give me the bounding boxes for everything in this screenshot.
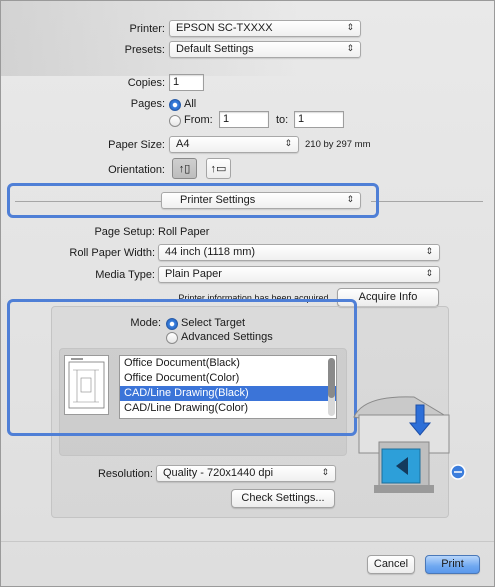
presets-label: Presets: (124, 44, 165, 56)
pages-from-label: From: (184, 114, 213, 126)
popup-arrows-icon: ⇕ (425, 268, 433, 278)
popup-arrows-icon: ⇕ (321, 467, 329, 477)
printer-info-text: Printer information has been acquired. (178, 293, 331, 303)
target-preview-image (64, 355, 109, 415)
popup-arrows-icon: ⇕ (346, 194, 354, 204)
list-scroll-thumb[interactable] (328, 358, 335, 398)
presets-popup[interactable]: Default Settings ⇕ (169, 41, 361, 58)
resolution-value: Quality - 720x1440 dpi (163, 467, 274, 479)
media-type-label: Media Type: (95, 269, 155, 281)
paper-size-label: Paper Size: (108, 139, 165, 151)
pages-all-radio[interactable] (169, 99, 181, 111)
cancel-button[interactable]: Cancel (367, 555, 415, 574)
panel-select-popup[interactable]: Printer Settings ⇕ (161, 192, 361, 209)
portrait-icon: ↑▯ (178, 163, 191, 175)
media-type-popup[interactable]: Plain Paper ⇕ (158, 266, 440, 283)
drawing-preview-icon (68, 358, 105, 409)
roll-paper-width-popup[interactable]: 44 inch (1118 mm) ⇕ (158, 244, 440, 261)
pages-to-field[interactable]: 1 (294, 111, 344, 128)
paper-size-popup[interactable]: A4 ⇕ (169, 136, 299, 153)
pages-from-radio[interactable] (169, 115, 181, 127)
page-setup-value: Roll Paper (158, 226, 210, 238)
list-scrollbar[interactable] (328, 358, 335, 416)
pages-label: Pages: (130, 98, 165, 110)
popup-arrows-icon: ⇕ (425, 246, 433, 256)
roll-paper-width-label: Roll Paper Width: (69, 247, 155, 259)
panel-select-value: Printer Settings (180, 194, 256, 206)
printer-label: Printer: (129, 23, 165, 35)
target-list[interactable]: Office Document(Black) Office Document(C… (119, 355, 337, 419)
resolution-label: Resolution: (97, 468, 153, 480)
list-item[interactable]: Office Document(Black) (120, 356, 336, 371)
separator-left (15, 201, 161, 202)
paper-dimensions: 210 by 297 mm (305, 139, 371, 150)
popup-arrows-icon: ⇕ (284, 138, 292, 148)
page-setup-label: Page Setup: (94, 226, 155, 238)
copies-field[interactable]: 1 (169, 74, 204, 91)
mode-advanced-label: Advanced Settings (181, 331, 273, 343)
print-button[interactable]: Print (425, 555, 480, 574)
pages-from-value: 1 (223, 113, 230, 125)
print-dialog: Printer: EPSON SC-TXXXX ⇕ Presets: Defau… (0, 0, 495, 587)
media-type-value: Plain Paper (165, 268, 222, 280)
printer-illustration-icon (353, 396, 466, 493)
acquire-info-button[interactable]: Acquire Info (337, 288, 439, 307)
orientation-landscape-button[interactable]: ↑▭ (206, 158, 231, 179)
pages-from-field[interactable]: 1 (219, 111, 269, 128)
mode-select-target-radio[interactable] (166, 318, 178, 330)
mode-advanced-radio[interactable] (166, 332, 178, 344)
popup-arrows-icon: ⇕ (346, 43, 354, 53)
resolution-popup[interactable]: Quality - 720x1440 dpi ⇕ (156, 465, 336, 482)
landscape-icon: ↑▭ (210, 163, 227, 175)
printer-value: EPSON SC-TXXXX (176, 22, 273, 34)
footer-separator (1, 541, 494, 542)
separator-right (371, 201, 483, 202)
pages-to-value: 1 (298, 113, 305, 125)
list-item[interactable]: CAD/Line Drawing(Color) (120, 401, 336, 416)
paper-size-value: A4 (176, 138, 190, 150)
pages-all-label: All (184, 98, 197, 110)
orientation-label: Orientation: (108, 164, 165, 176)
copies-label: Copies: (127, 77, 165, 89)
pages-to-label: to: (276, 114, 289, 126)
roll-paper-width-value: 44 inch (1118 mm) (165, 246, 256, 258)
printer-popup[interactable]: EPSON SC-TXXXX ⇕ (169, 20, 361, 37)
presets-value: Default Settings (176, 43, 254, 55)
background-fade (1, 1, 495, 76)
mode-select-target-label: Select Target (181, 317, 246, 329)
copies-value: 1 (173, 76, 180, 88)
popup-arrows-icon: ⇕ (346, 22, 354, 32)
mode-label: Mode: (130, 317, 161, 329)
orientation-portrait-button[interactable]: ↑▯ (172, 158, 197, 179)
check-settings-button[interactable]: Check Settings... (231, 489, 335, 508)
list-item[interactable]: Office Document(Color) (120, 371, 336, 386)
list-item-selected[interactable]: CAD/Line Drawing(Black) (120, 386, 336, 401)
